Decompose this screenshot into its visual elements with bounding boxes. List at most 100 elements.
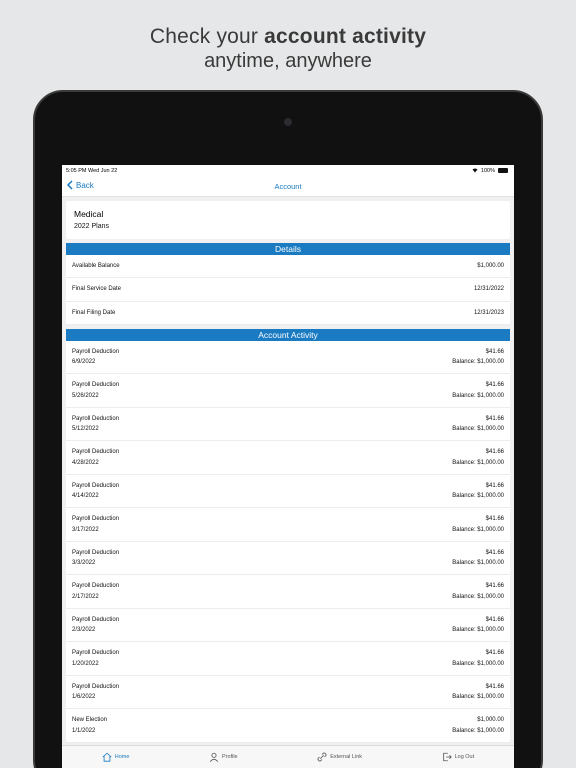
status-time: 5:05 PM Wed Jun 22 [66, 167, 118, 174]
activity-date: 1/1/2022 [72, 727, 96, 734]
activity-balance: Balance: $1,000.00 [452, 627, 504, 634]
detail-row: Final Service Date 12/31/2022 [66, 278, 510, 302]
activity-amount: $41.66 [485, 650, 504, 657]
activity-date: 3/3/2022 [72, 560, 96, 567]
activity-date: 1/20/2022 [72, 660, 99, 667]
activity-row[interactable]: Payroll Deduction 4/14/2022 $41.66 Balance:… [66, 475, 510, 509]
detail-label: Final Service Date [72, 286, 122, 293]
detail-row: Final Filing Date 12/31/2023 [66, 302, 510, 325]
home-icon [102, 752, 112, 762]
activity-date: 6/9/2022 [72, 359, 96, 366]
activity-date: 1/6/2022 [72, 694, 96, 701]
activity-row[interactable]: Payroll Deduction 2/17/2022 $41.66 Balance:… [66, 575, 510, 609]
activity-type: Payroll Deduction [72, 583, 120, 590]
activity-amount: $41.66 [485, 516, 504, 523]
activity-row[interactable]: Payroll Deduction 2/3/2022 $41.66 Balance: … [66, 609, 510, 643]
activity-row[interactable]: Payroll Deduction 6/9/2022 $41.66 Balance: … [66, 341, 510, 375]
tab-label: External Link [330, 754, 362, 760]
activity-type: Payroll Deduction [72, 683, 120, 690]
activity-amount: $41.66 [485, 415, 504, 422]
page-title: Account [274, 182, 302, 191]
detail-row: Available Balance $1,000.00 [66, 255, 510, 279]
activity-date: 2/3/2022 [72, 627, 96, 634]
tab-external-link[interactable]: External Link [317, 752, 362, 762]
logout-icon [442, 752, 452, 762]
activity-type: Payroll Deduction [72, 482, 120, 489]
activity-row[interactable]: Payroll Deduction 3/3/2022 $41.66 Balance: … [66, 542, 510, 576]
tab-home[interactable]: Home [102, 752, 130, 762]
activity-balance: Balance: $1,000.00 [452, 392, 504, 399]
activity-amount: $41.66 [485, 683, 504, 690]
activity-header: Account Activity [66, 328, 510, 341]
wifi-icon [472, 168, 478, 173]
activity-balance: Balance: $1,000.00 [452, 660, 504, 667]
tab-label: Home [114, 754, 130, 760]
activity-date: 5/26/2022 [72, 392, 99, 399]
tab-profile[interactable]: Profile [209, 752, 238, 762]
activity-balance: Balance: $1,000.00 [452, 426, 504, 433]
activity-balance: Balance: $1,000.00 [452, 694, 504, 701]
promo-line1-pre: Check your [149, 25, 265, 48]
activity-balance: Balance: $1,000.00 [452, 593, 504, 600]
activity-date: 4/14/2022 [72, 493, 99, 500]
activity-balance: Balance: $1,000.00 [452, 493, 504, 500]
detail-value: 12/31/2023 [473, 309, 504, 316]
nav-bar: Back Account [62, 176, 514, 197]
link-icon [317, 752, 327, 762]
activity-amount: $41.66 [485, 482, 504, 489]
activity-amount: $41.66 [485, 616, 504, 623]
promo-headline: Check your account activity anytime, any… [0, 24, 576, 72]
tab-log-out[interactable]: Log Out [442, 752, 475, 762]
activity-amount: $41.66 [485, 348, 504, 355]
activity-balance: Balance: $1,000.00 [452, 560, 504, 567]
detail-label: Available Balance [72, 263, 120, 270]
activity-row[interactable]: Payroll Deduction 4/28/2022 $41.66 Balance:… [66, 441, 510, 475]
activity-type: Payroll Deduction [72, 382, 120, 389]
activity-date: 5/12/2022 [72, 426, 99, 433]
activity-row[interactable]: Payroll Deduction 5/26/2022 $41.66 Balance:… [66, 374, 510, 408]
activity-date: 2/17/2022 [72, 593, 99, 600]
promo-line2: anytime, anywhere [204, 50, 372, 72]
activity-type: Payroll Deduction [72, 616, 120, 623]
tab-label: Log Out [454, 754, 475, 760]
tab-bar: Home Profile External Link Log Out [62, 745, 514, 768]
details-list: Available Balance $1,000.00 Final Servic… [66, 255, 510, 325]
activity-amount: $41.66 [485, 583, 504, 590]
activity-amount: $1,000.00 [477, 717, 504, 724]
activity-amount: $41.66 [485, 382, 504, 389]
activity-row[interactable]: Payroll Deduction 1/20/2022 $41.66 Balance:… [66, 642, 510, 676]
activity-date: 4/28/2022 [72, 459, 99, 466]
activity-balance: Balance: $1,000.00 [452, 526, 504, 533]
activity-type: Payroll Deduction [72, 449, 120, 456]
activity-date: 3/17/2022 [72, 526, 99, 533]
camera-icon [284, 118, 292, 126]
activity-balance: Balance: $1,000.00 [452, 359, 504, 366]
activity-list: Payroll Deduction 6/9/2022 $41.66 Balance: … [66, 340, 510, 743]
activity-type: Payroll Deduction [72, 348, 120, 355]
activity-type: Payroll Deduction [72, 650, 120, 657]
activity-balance: Balance: $1,000.00 [452, 727, 504, 734]
detail-value: 12/31/2022 [473, 286, 504, 293]
activity-type: Payroll Deduction [72, 415, 120, 422]
activity-amount: $41.66 [485, 449, 504, 456]
promo-line1-bold: account activity [264, 25, 427, 48]
person-icon [209, 752, 219, 762]
activity-balance: Balance: $1,000.00 [452, 459, 504, 466]
account-name: Medical [74, 209, 104, 219]
activity-row[interactable]: Payroll Deduction 3/17/2022 $41.66 Balance:… [66, 508, 510, 542]
detail-label: Final Filing Date [72, 309, 116, 316]
activity-type: Payroll Deduction [72, 549, 120, 556]
account-card: Medical 2022 Plans [66, 201, 510, 239]
activity-row[interactable]: New Election 1/1/2022 $1,000.00 Balance: $1… [66, 709, 510, 743]
activity-amount: $41.66 [485, 549, 504, 556]
activity-type: Payroll Deduction [72, 516, 120, 523]
battery-icon [498, 168, 508, 173]
activity-type: New Election [72, 717, 108, 724]
activity-row[interactable]: Payroll Deduction 5/12/2022 $41.66 Balance:… [66, 408, 510, 442]
detail-value: $1,000.00 [477, 263, 504, 270]
status-bar: 5:05 PM Wed Jun 22 100% [62, 165, 514, 176]
app-screen: 5:05 PM Wed Jun 22 100% Back Account Med… [62, 165, 514, 768]
activity-row[interactable]: Payroll Deduction 1/6/2022 $41.66 Balance: … [66, 676, 510, 710]
battery-percent: 100% [480, 167, 495, 174]
tab-label: Profile [222, 754, 238, 760]
